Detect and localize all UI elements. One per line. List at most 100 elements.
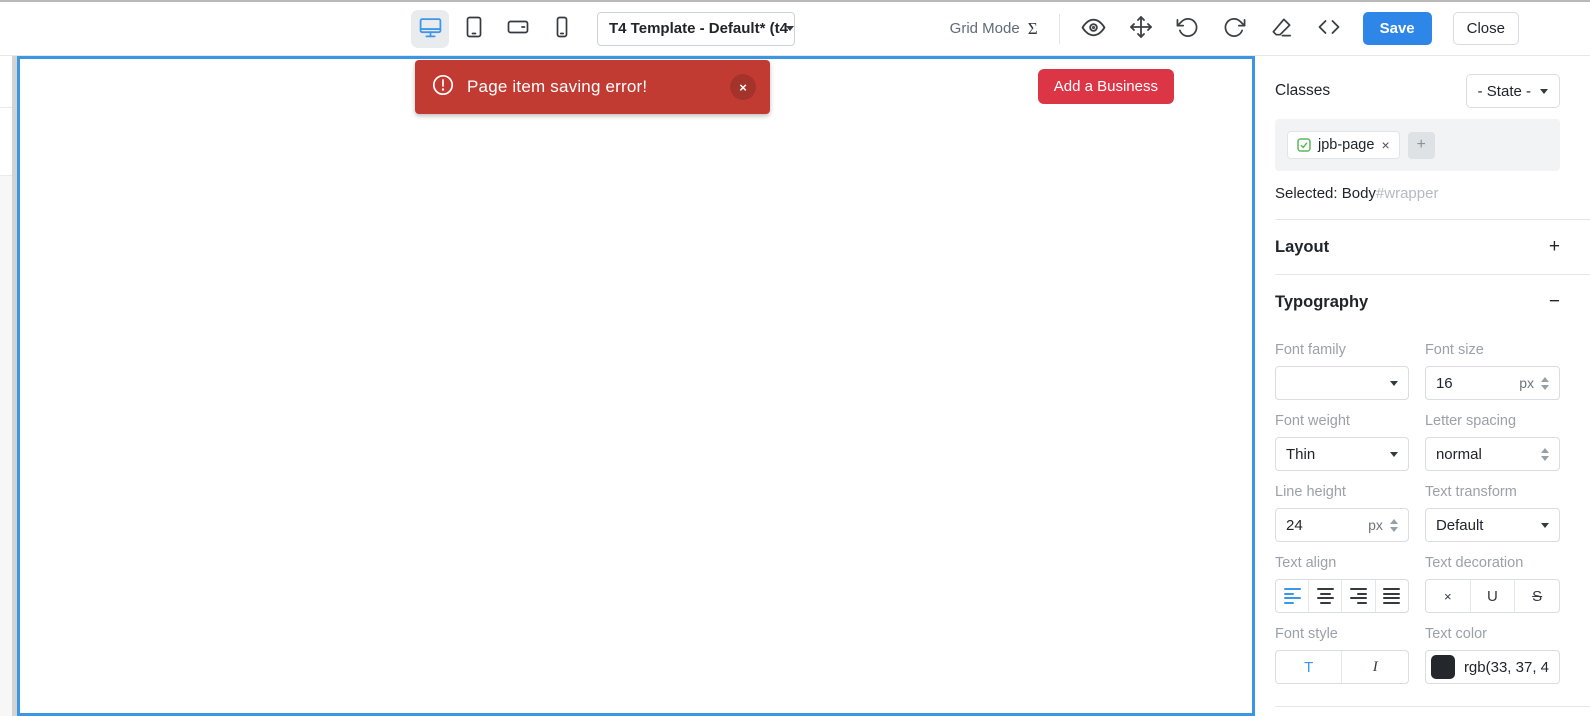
add-class-button[interactable]: +: [1407, 131, 1435, 159]
device-tablet-button[interactable]: [455, 10, 493, 48]
section-typography[interactable]: Typography −: [1275, 275, 1590, 329]
left-edge-panel: [0, 56, 12, 716]
text-transform-value: Default: [1435, 516, 1484, 534]
redo-button[interactable]: [1222, 16, 1248, 42]
page-canvas[interactable]: Page item saving error! × Add a Business: [17, 56, 1255, 716]
text-color-label: Text color: [1424, 626, 1487, 642]
class-list: jpb-page × +: [1275, 119, 1560, 171]
left-edge-segment: [0, 56, 12, 108]
chevron-down-icon: [1389, 451, 1398, 457]
font-family-select[interactable]: [1275, 366, 1409, 400]
decoration-strikethrough-button[interactable]: S: [1514, 580, 1559, 612]
underline-icon: U: [1487, 587, 1498, 605]
state-select-value: - State -: [1477, 82, 1531, 100]
device-preview-group: [411, 9, 581, 48]
state-select[interactable]: - State -: [1465, 74, 1560, 108]
line-height-input[interactable]: 24 px: [1275, 508, 1409, 542]
tablet-landscape-icon: [506, 15, 530, 42]
move-icon: [1129, 15, 1153, 42]
tablet-icon: [462, 15, 486, 42]
align-justify-button[interactable]: [1374, 580, 1408, 612]
decoration-none-button[interactable]: ×: [1426, 580, 1470, 612]
font-family-label: Font family: [1275, 342, 1346, 358]
undo-button[interactable]: [1175, 16, 1201, 42]
error-toast: Page item saving error! ×: [415, 60, 770, 114]
toast-close-button[interactable]: ×: [730, 74, 756, 100]
device-desktop-button[interactable]: [411, 9, 449, 48]
stepper-icon[interactable]: [1541, 447, 1549, 461]
align-center-button[interactable]: [1308, 580, 1341, 612]
preview-button[interactable]: [1081, 16, 1107, 42]
letter-spacing-input[interactable]: normal: [1424, 437, 1560, 471]
clear-styles-button[interactable]: [1269, 16, 1295, 42]
line-height-label: Line height: [1275, 484, 1346, 500]
selected-element-line: Selected: Body#wrapper: [1275, 185, 1560, 202]
save-button[interactable]: Save: [1362, 12, 1432, 45]
add-business-button[interactable]: Add a Business: [1037, 69, 1174, 104]
section-layout[interactable]: Layout +: [1275, 220, 1590, 274]
text-align-label: Text align: [1275, 555, 1337, 571]
template-select[interactable]: T4 Template - Default* (t4: [597, 11, 795, 46]
align-justify-icon: [1383, 588, 1401, 604]
font-size-value: 16: [1435, 374, 1453, 392]
device-tablet-landscape-button[interactable]: [499, 10, 537, 48]
font-style-label: Font style: [1275, 626, 1338, 642]
font-style-normal-button[interactable]: T: [1276, 651, 1341, 683]
left-edge-segment: [0, 108, 12, 176]
text-color-control[interactable]: rgb(33, 37, 4: [1424, 650, 1560, 684]
selected-element-id: #wrapper: [1375, 185, 1439, 202]
expand-icon[interactable]: +: [1549, 236, 1560, 258]
font-weight-select[interactable]: Thin: [1275, 437, 1409, 471]
eraser-icon: [1270, 16, 1293, 42]
class-chip-label: jpb-page: [1318, 137, 1375, 153]
font-size-input[interactable]: 16 px: [1424, 366, 1560, 400]
error-toast-message: Page item saving error!: [467, 77, 648, 96]
decoration-underline-button[interactable]: U: [1469, 580, 1515, 612]
template-select-value: T4 Template - Default* (t4: [609, 20, 788, 37]
color-swatch[interactable]: [1430, 655, 1455, 679]
font-size-unit: px: [1519, 375, 1534, 391]
undo-icon: [1176, 16, 1199, 42]
close-icon: ×: [739, 79, 747, 95]
grid-mode-toggle[interactable]: Grid Mode Σ: [950, 19, 1038, 39]
left-edge-segment: [0, 176, 12, 716]
letter-spacing-label: Letter spacing: [1424, 413, 1517, 429]
font-size-label: Font size: [1424, 342, 1484, 358]
eye-icon: [1081, 15, 1106, 43]
decoration-none-icon: ×: [1443, 588, 1452, 604]
collapse-icon[interactable]: −: [1549, 291, 1560, 313]
desktop-icon: [418, 15, 443, 43]
device-mobile-button[interactable]: [543, 10, 581, 48]
grid-mode-label: Grid Mode: [949, 20, 1020, 37]
text-transform-select[interactable]: Default: [1424, 508, 1560, 542]
text-color-value: rgb(33, 37, 4: [1463, 658, 1549, 676]
grid-mode-icon: Σ: [1027, 18, 1038, 38]
code-icon: [1317, 15, 1341, 42]
italic-icon: I: [1372, 658, 1378, 675]
chevron-down-icon: [1540, 88, 1548, 94]
close-button[interactable]: Close: [1452, 12, 1519, 45]
checkbox-checked-icon: [1297, 138, 1311, 152]
selected-element-name: Body: [1341, 185, 1376, 202]
font-style-italic-button[interactable]: I: [1341, 651, 1407, 683]
line-height-unit: px: [1368, 517, 1383, 533]
class-chip[interactable]: jpb-page ×: [1287, 131, 1400, 159]
chevron-down-icon: [1389, 380, 1398, 386]
builder-toolbar: T4 Template - Default* (t4 Grid Mode Σ S…: [0, 2, 1590, 56]
layout-section-title: Layout: [1275, 237, 1330, 256]
align-right-button[interactable]: [1341, 580, 1374, 612]
typography-controls: Font family Font size 16 px Font weight: [1275, 329, 1560, 706]
text-align-group: [1275, 579, 1409, 613]
text-transform-label: Text transform: [1424, 484, 1517, 500]
classes-title: Classes: [1275, 82, 1331, 99]
typography-section-title: Typography: [1275, 292, 1369, 311]
move-mode-button[interactable]: [1128, 16, 1154, 42]
font-weight-value: Thin: [1286, 445, 1316, 463]
align-left-button[interactable]: [1276, 580, 1308, 612]
divider: [1275, 706, 1590, 707]
remove-class-button[interactable]: ×: [1381, 138, 1389, 152]
style-sidebar: Classes - State - jpb-page × + Selected:…: [1255, 56, 1590, 716]
stepper-icon[interactable]: [1541, 376, 1549, 390]
stepper-icon[interactable]: [1389, 518, 1398, 532]
code-editor-button[interactable]: [1316, 16, 1342, 42]
